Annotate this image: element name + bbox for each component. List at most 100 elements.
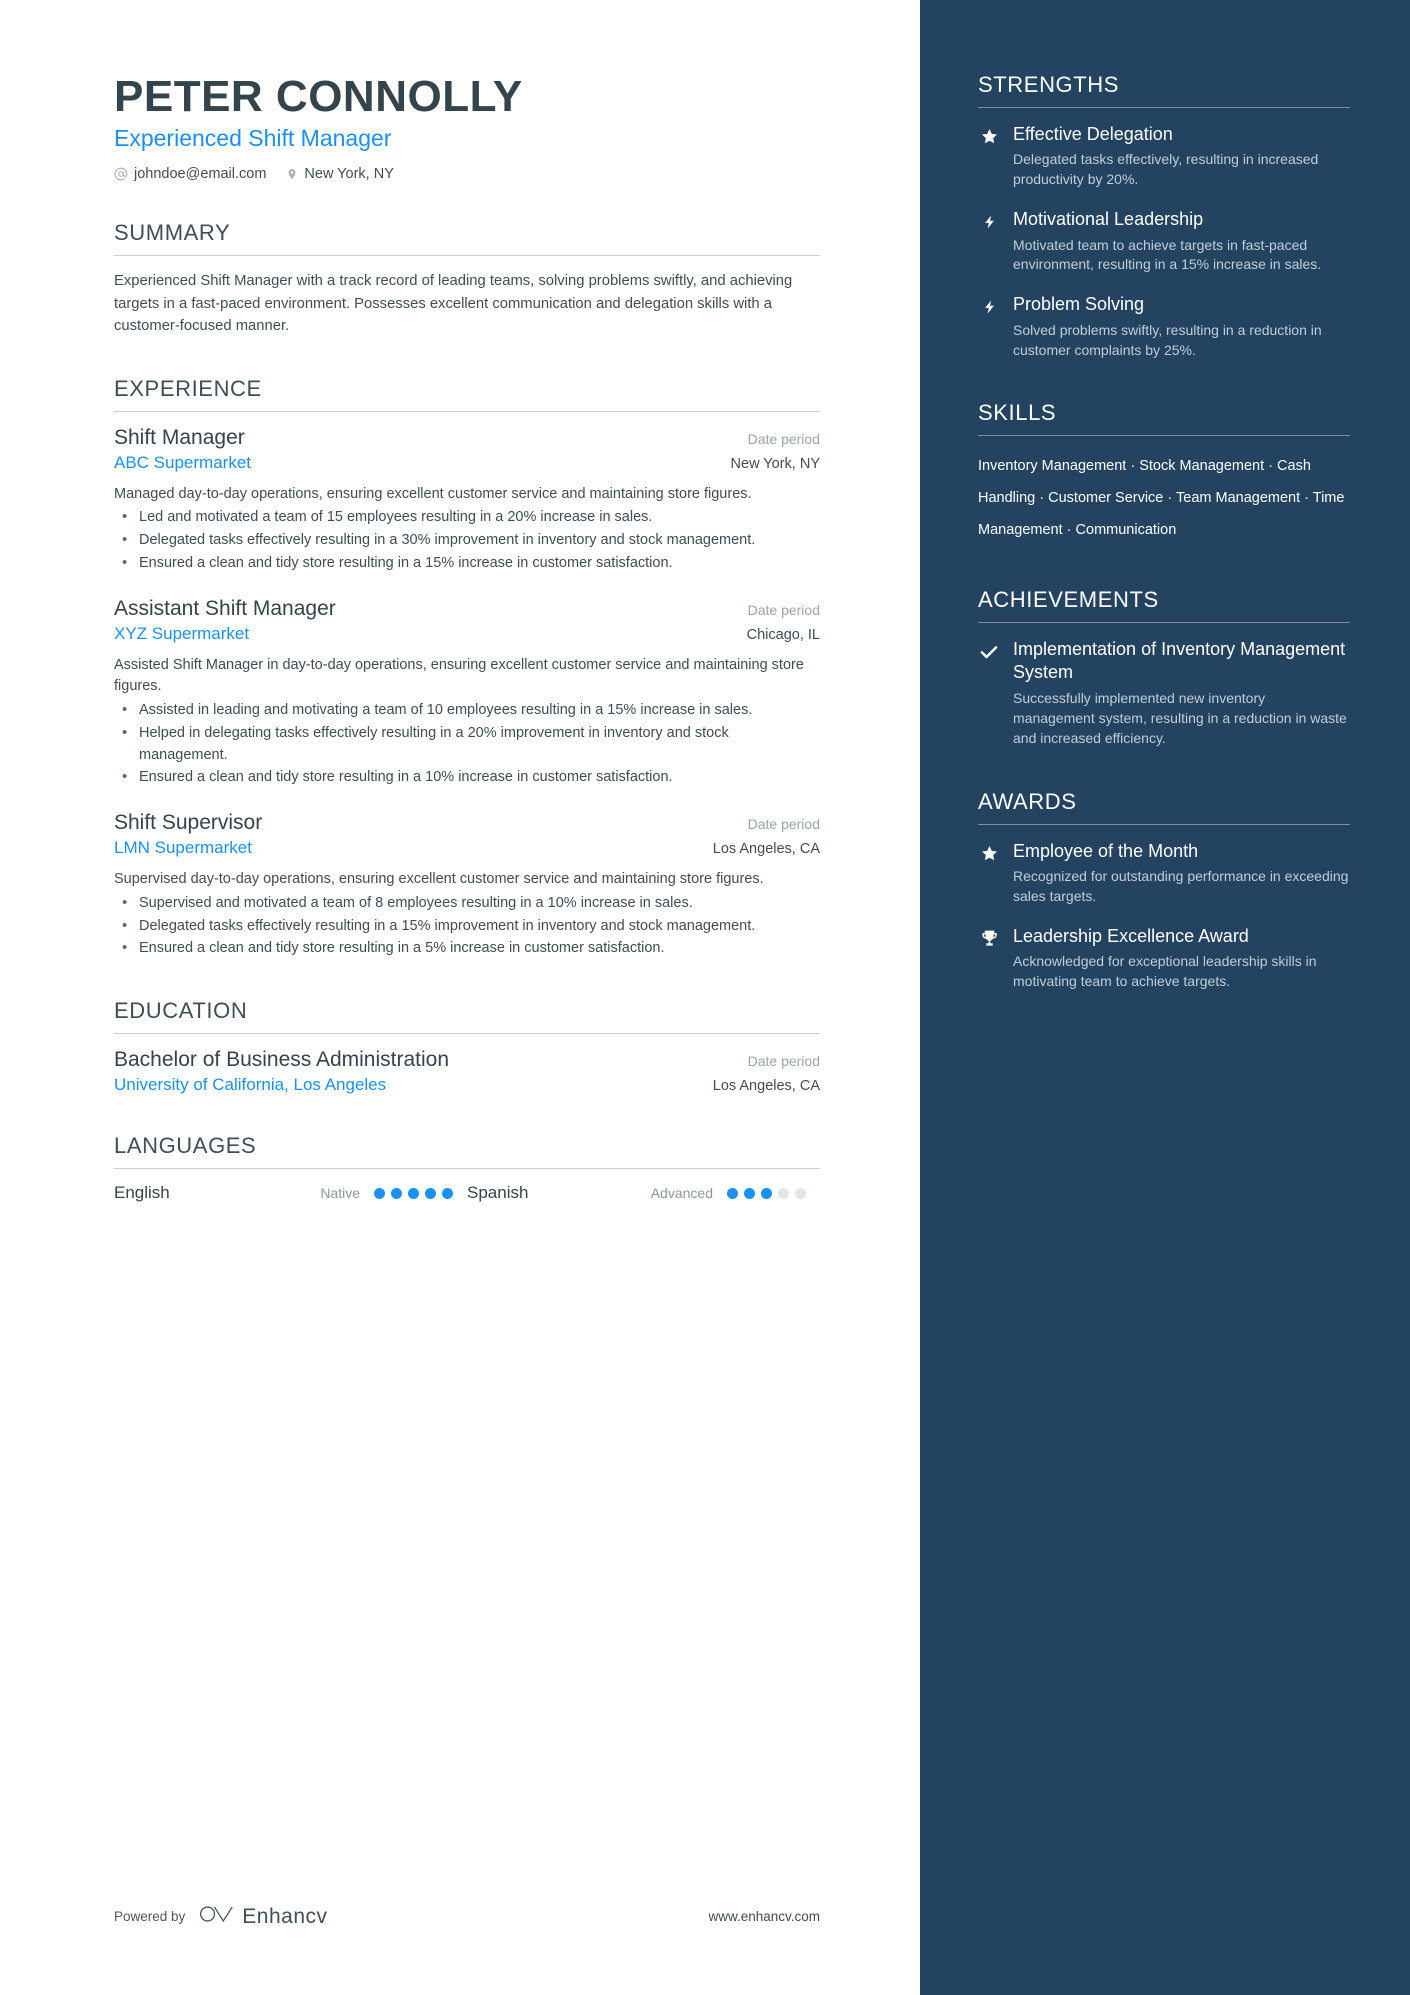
experience-entry-header: Shift Supervisor Date period	[114, 811, 820, 835]
skill-separator: ·	[1035, 490, 1049, 507]
experience-bullet: Ensured a clean and tidy store resulting…	[114, 552, 820, 575]
education-entry-header: Bachelor of Business Administration Date…	[114, 1048, 820, 1072]
sidebar-item-title: Effective Delegation	[1013, 124, 1173, 144]
enhancv-brand-name: Enhancv	[242, 1904, 328, 1928]
job-title: Shift Supervisor	[114, 811, 263, 835]
skill-tag: Inventory Management	[978, 458, 1127, 475]
proficiency-dot	[425, 1187, 436, 1199]
proficiency-dot	[744, 1187, 755, 1199]
job-date-period: Date period	[747, 601, 820, 618]
section-heading-awards: AWARDS	[978, 788, 1077, 814]
language-level: Native	[320, 1185, 360, 1202]
section-heading-education: EDUCATION	[114, 998, 248, 1024]
company-name[interactable]: XYZ Supermarket	[114, 624, 249, 644]
star-icon	[978, 840, 1000, 907]
sidebar-item-body: Implementation of Inventory Management S…	[1013, 638, 1350, 748]
language-proficiency-dots	[727, 1187, 806, 1199]
powered-by-block: Powered by Enhancv	[114, 1904, 328, 1929]
section-heading-experience: EXPERIENCE	[114, 375, 262, 401]
divider	[114, 1033, 820, 1035]
education-entry: Bachelor of Business Administration Date…	[114, 1048, 820, 1095]
strength-item: Problem Solving Solved problems swiftly,…	[978, 293, 1350, 360]
languages-list: English Native Spanish Advanced	[114, 1183, 820, 1203]
skill-tag: Stock Management	[1139, 458, 1265, 475]
experience-entry: Assistant Shift Manager Date period XYZ …	[114, 597, 820, 790]
award-item: Leadership Excellence Award Acknowledged…	[978, 925, 1350, 992]
school-location: Los Angeles, CA	[712, 1078, 820, 1095]
contact-row: johndoe@email.com New York, NY	[114, 166, 820, 182]
sidebar-item-description: Solved problems swiftly, resulting in a …	[1013, 321, 1322, 358]
location-text: New York, NY	[304, 166, 394, 183]
resume-header: PETER CONNOLLY Experienced Shift Manager…	[114, 72, 820, 182]
awards-list: Employee of the Month Recognized for out…	[978, 840, 1350, 992]
experience-bullet-list: Supervised and motivated a team of 8 emp…	[114, 892, 820, 960]
at-sign-icon	[114, 167, 128, 181]
experience-bullet: Led and motivated a team of 15 employees…	[114, 506, 820, 529]
language-item: English Native	[114, 1183, 467, 1203]
company-name[interactable]: LMN Supermarket	[114, 838, 252, 858]
bolt-icon	[978, 293, 1000, 360]
experience-bullet-list: Led and motivated a team of 15 employees…	[114, 506, 820, 575]
job-date-period: Date period	[747, 816, 820, 833]
job-location: New York, NY	[730, 455, 820, 472]
job-date-period: Date period	[747, 430, 820, 447]
experience-entry-subheader: XYZ Supermarket Chicago, IL	[114, 624, 820, 644]
achievements-list: Implementation of Inventory Management S…	[978, 638, 1350, 748]
experience-list: Shift Manager Date period ABC Supermarke…	[114, 426, 820, 961]
professional-headline: Experienced Shift Manager	[114, 125, 392, 152]
email-text: johndoe@email.com	[134, 166, 267, 183]
experience-bullet: Delegated tasks effectively resulting in…	[114, 915, 820, 938]
skill-separator: ·	[1264, 458, 1278, 475]
proficiency-dot	[374, 1187, 385, 1199]
section-heading-languages: LANGUAGES	[114, 1133, 257, 1159]
sidebar-item-description: Delegated tasks effectively, resulting i…	[1013, 151, 1319, 188]
proficiency-dot	[408, 1187, 419, 1199]
language-name: Spanish	[467, 1183, 529, 1203]
experience-entry-subheader: ABC Supermarket New York, NY	[114, 453, 820, 473]
sidebar-item-title: Implementation of Inventory Management S…	[1013, 639, 1346, 683]
divider	[114, 255, 820, 257]
proficiency-dot	[391, 1187, 402, 1199]
main-column: PETER CONNOLLY Experienced Shift Manager…	[0, 0, 920, 1995]
experience-entry: Shift Supervisor Date period LMN Superma…	[114, 811, 820, 960]
divider	[114, 410, 820, 412]
language-proficiency-dots	[374, 1187, 453, 1199]
company-name[interactable]: ABC Supermarket	[114, 453, 251, 473]
sidebar-item-title: Problem Solving	[1013, 294, 1145, 315]
bolt-icon	[978, 208, 1000, 275]
divider	[114, 1168, 820, 1170]
experience-bullet: Ensured a clean and tidy store resulting…	[114, 937, 820, 960]
school-name[interactable]: University of California, Los Angeles	[114, 1075, 386, 1095]
section-languages: LANGUAGES English Native Spanish Advance…	[114, 1133, 820, 1203]
sidebar-item-description: Recognized for outstanding performance i…	[1013, 867, 1349, 904]
sidebar-item-title: Employee of the Month	[1013, 840, 1199, 861]
experience-entry: Shift Manager Date period ABC Supermarke…	[114, 426, 820, 575]
strength-item: Effective Delegation Delegated tasks eff…	[978, 123, 1350, 190]
achievement-item: Implementation of Inventory Management S…	[978, 638, 1350, 748]
sidebar-item-body: Problem Solving Solved problems swiftly,…	[1013, 293, 1350, 360]
section-experience: EXPERIENCE Shift Manager Date period ABC…	[114, 376, 820, 961]
trophy-icon	[978, 925, 1000, 992]
section-education: EDUCATION Bachelor of Business Administr…	[114, 998, 820, 1095]
proficiency-dot	[442, 1187, 453, 1199]
section-awards: AWARDS Employee of the Month Recognized …	[978, 789, 1350, 992]
map-pin-icon	[286, 167, 298, 181]
page-title: PETER CONNOLLY	[114, 72, 523, 121]
sidebar-item-description: Acknowledged for exceptional leadership …	[1013, 953, 1317, 989]
contact-email: johndoe@email.com	[114, 166, 266, 182]
sidebar-item-description: Successfully implemented new inventory m…	[1013, 689, 1347, 746]
star-icon	[978, 123, 1000, 190]
section-strengths: STRENGTHS Effective Delegation Delegated…	[978, 72, 1350, 360]
website-url[interactable]: www.enhancv.com	[708, 1909, 820, 1924]
language-item: Spanish Advanced	[467, 1183, 820, 1203]
proficiency-dot	[778, 1187, 789, 1199]
sidebar-item-body: Leadership Excellence Award Acknowledged…	[1013, 925, 1350, 992]
experience-bullet: Ensured a clean and tidy store resulting…	[114, 766, 820, 789]
skill-tag: Communication	[1075, 522, 1177, 539]
experience-bullet: Assisted in leading and motivating a tea…	[114, 699, 820, 722]
proficiency-dot	[795, 1187, 806, 1199]
divider	[978, 107, 1350, 108]
language-name: English	[114, 1183, 170, 1203]
section-heading-skills: SKILLS	[978, 400, 1057, 426]
section-achievements: ACHIEVEMENTS Implementation of Inventory…	[978, 587, 1350, 748]
